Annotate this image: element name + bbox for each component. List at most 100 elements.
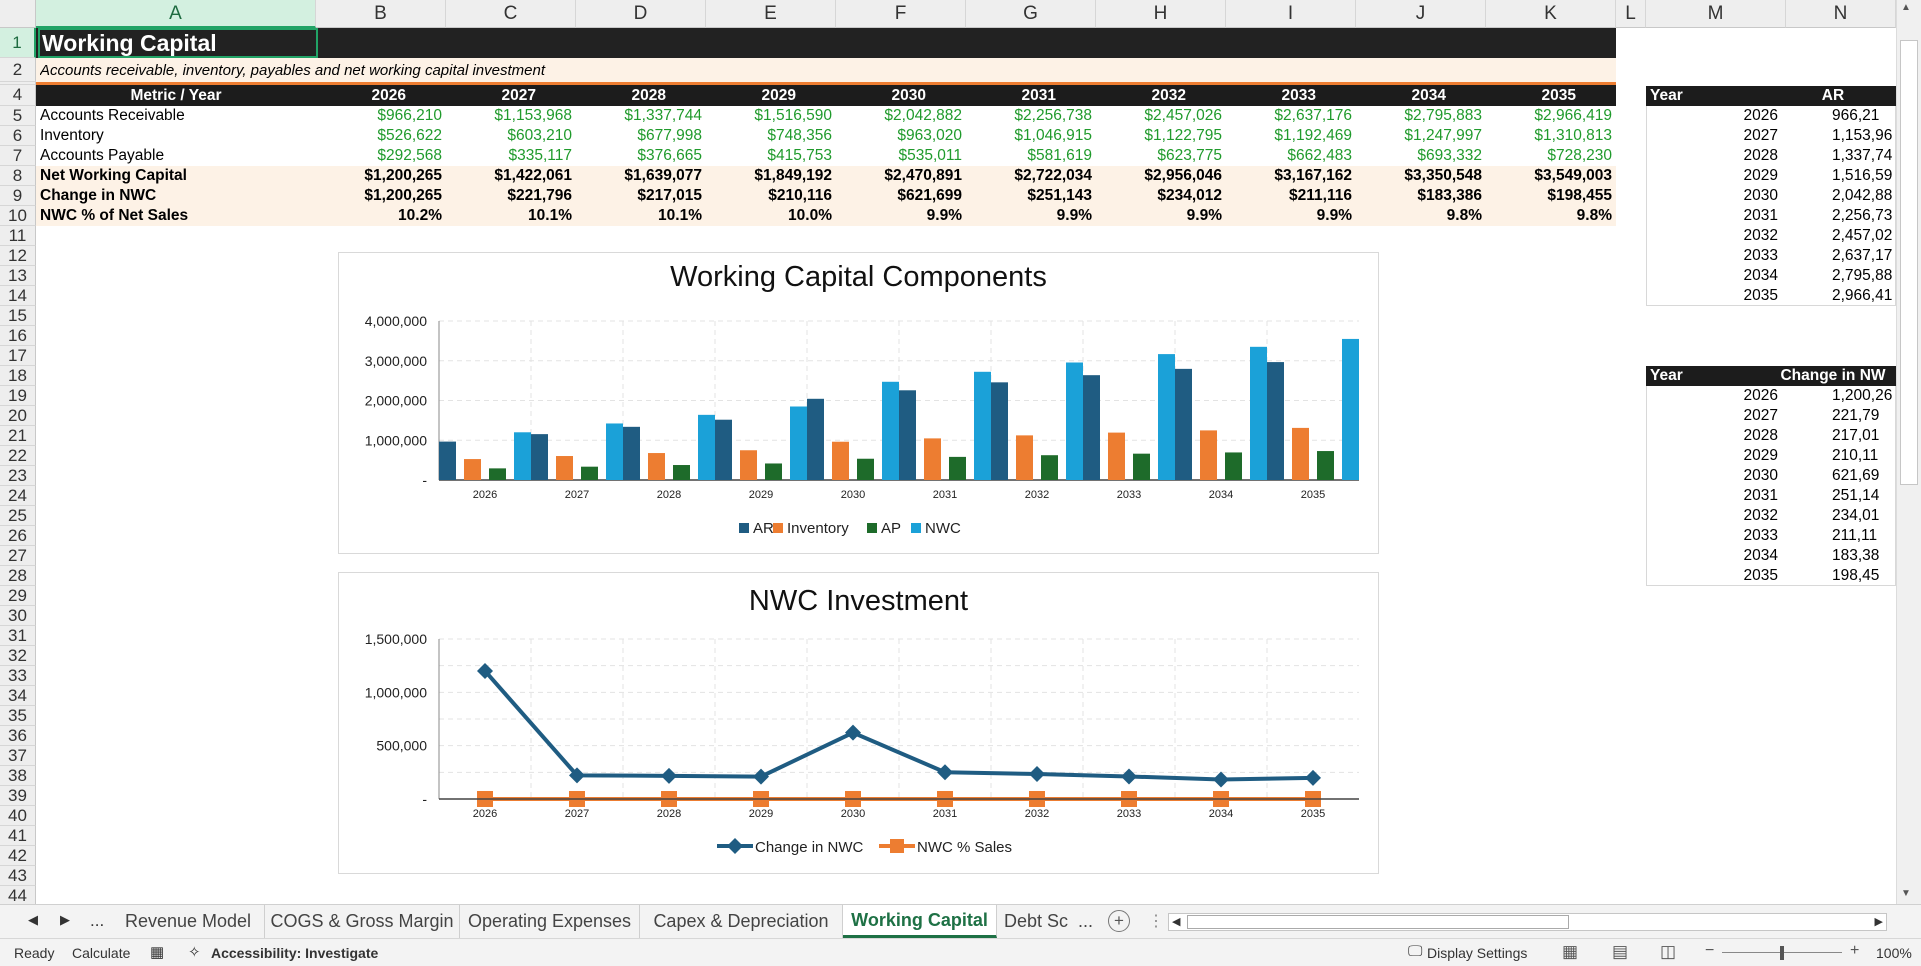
table-header-metric[interactable]: Metric / Year	[36, 85, 316, 106]
row-header-4[interactable]: 4	[0, 85, 36, 106]
table-cell[interactable]: $1,639,077	[576, 166, 706, 186]
row-header-20[interactable]: 20	[0, 406, 36, 426]
select-all-corner[interactable]	[0, 0, 36, 28]
column-header-b[interactable]: B	[316, 0, 446, 28]
row-header-13[interactable]: 13	[0, 266, 36, 286]
row-header-29[interactable]: 29	[0, 586, 36, 606]
table-header-year[interactable]: 2027	[446, 85, 576, 106]
table-cell[interactable]: $662,483	[1226, 146, 1356, 166]
zoom-out-icon[interactable]: −	[1705, 942, 1714, 960]
side-table-year[interactable]: 2035	[1646, 286, 1786, 306]
row-header-5[interactable]: 5	[0, 106, 36, 126]
column-header-k[interactable]: K	[1486, 0, 1616, 28]
table-cell[interactable]: $526,622	[316, 126, 446, 146]
table-cell[interactable]: $535,011	[836, 146, 966, 166]
row-header-41[interactable]: 41	[0, 826, 36, 846]
scroll-thumb[interactable]	[1900, 40, 1918, 485]
column-header-c[interactable]: C	[446, 0, 576, 28]
table-cell[interactable]: $210,116	[706, 186, 836, 206]
side-table-value[interactable]: 183,38	[1832, 546, 1896, 566]
table-cell[interactable]: $3,549,003	[1486, 166, 1616, 186]
scroll-up-icon[interactable]: ▲	[1901, 2, 1911, 13]
row-header-21[interactable]: 21	[0, 426, 36, 446]
side-table-year[interactable]: 2029	[1646, 166, 1786, 186]
hscroll-thumb[interactable]	[1187, 915, 1569, 929]
row-header-34[interactable]: 34	[0, 686, 36, 706]
side-table-value[interactable]: 1,153,96	[1832, 126, 1896, 146]
table-cell[interactable]: $728,230	[1486, 146, 1616, 166]
side-table-value[interactable]: 1,337,74	[1832, 146, 1896, 166]
table-cell[interactable]: $966,210	[316, 106, 446, 126]
row-header-42[interactable]: 42	[0, 846, 36, 866]
table-cell[interactable]: $963,020	[836, 126, 966, 146]
table-cell[interactable]: $2,457,026	[1096, 106, 1226, 126]
tab-more-right[interactable]: ...	[1078, 911, 1093, 932]
side-table-value[interactable]: 251,14	[1832, 486, 1896, 506]
table-cell[interactable]: $621,699	[836, 186, 966, 206]
row-header-39[interactable]: 39	[0, 786, 36, 806]
row-label[interactable]: Inventory	[40, 126, 316, 146]
side-table-year[interactable]: 2026	[1646, 386, 1786, 406]
page-layout-icon[interactable]: ▤	[1612, 942, 1628, 962]
side-table-value[interactable]: 198,45	[1832, 566, 1896, 586]
row-header-33[interactable]: 33	[0, 666, 36, 686]
side-table-year[interactable]: 2034	[1646, 546, 1786, 566]
side-table-year[interactable]: 2028	[1646, 426, 1786, 446]
table-cell[interactable]: $1,200,265	[316, 166, 446, 186]
row-header-2[interactable]: 2	[0, 58, 36, 82]
side-table-year[interactable]: 2031	[1646, 486, 1786, 506]
column-header-g[interactable]: G	[966, 0, 1096, 28]
side-table-header-year[interactable]: Year	[1650, 86, 1750, 106]
column-header-i[interactable]: I	[1226, 0, 1356, 28]
row-label[interactable]: NWC % of Net Sales	[40, 206, 316, 226]
row-header-44[interactable]: 44	[0, 886, 36, 906]
table-cell[interactable]: $1,422,061	[446, 166, 576, 186]
table-cell[interactable]: $2,795,883	[1356, 106, 1486, 126]
table-cell[interactable]: 9.9%	[1226, 206, 1356, 226]
horizontal-scrollbar[interactable]: ◀ ▶	[1168, 913, 1887, 931]
row-header-10[interactable]: 10	[0, 206, 36, 226]
column-header-j[interactable]: J	[1356, 0, 1486, 28]
column-header-n[interactable]: N	[1786, 0, 1896, 28]
row-header-40[interactable]: 40	[0, 806, 36, 826]
side-table-value[interactable]: 1,200,26	[1832, 386, 1896, 406]
side-table-value[interactable]: 2,256,73	[1832, 206, 1896, 226]
side-table-value[interactable]: 221,79	[1832, 406, 1896, 426]
row-header-16[interactable]: 16	[0, 326, 36, 346]
workbook-stats-icon[interactable]: ▦	[150, 943, 164, 961]
table-cell[interactable]: $335,117	[446, 146, 576, 166]
tab-scroll-left-icon[interactable]: ◀	[28, 912, 38, 928]
tab-scroll-right-icon[interactable]: ▶	[60, 912, 70, 928]
table-cell[interactable]: $1,310,813	[1486, 126, 1616, 146]
table-cell[interactable]: $1,849,192	[706, 166, 836, 186]
row-header-43[interactable]: 43	[0, 866, 36, 886]
column-header-e[interactable]: E	[706, 0, 836, 28]
side-table-year[interactable]: 2027	[1646, 126, 1786, 146]
column-header-d[interactable]: D	[576, 0, 706, 28]
column-header-h[interactable]: H	[1096, 0, 1226, 28]
table-header-year[interactable]: 2032	[1096, 85, 1226, 106]
table-header-year[interactable]: 2034	[1356, 85, 1486, 106]
side-table-year[interactable]: 2033	[1646, 246, 1786, 266]
row-header-18[interactable]: 18	[0, 366, 36, 386]
scroll-down-icon[interactable]: ▼	[1901, 888, 1911, 899]
table-cell[interactable]: $1,247,997	[1356, 126, 1486, 146]
table-cell[interactable]: $1,200,265	[316, 186, 446, 206]
table-cell[interactable]: $623,775	[1096, 146, 1226, 166]
row-header-37[interactable]: 37	[0, 746, 36, 766]
table-cell[interactable]: $217,015	[576, 186, 706, 206]
zoom-in-icon[interactable]: +	[1850, 942, 1859, 960]
table-cell[interactable]: $603,210	[446, 126, 576, 146]
side-table-year[interactable]: 2031	[1646, 206, 1786, 226]
row-label[interactable]: Change in NWC	[40, 186, 316, 206]
table-cell[interactable]: 10.0%	[706, 206, 836, 226]
column-header-l[interactable]: L	[1616, 0, 1646, 28]
side-table-year[interactable]: 2028	[1646, 146, 1786, 166]
side-table-year[interactable]: 2030	[1646, 466, 1786, 486]
row-header-8[interactable]: 8	[0, 166, 36, 186]
table-cell[interactable]: $1,153,968	[446, 106, 576, 126]
side-table-header-value[interactable]: AR	[1770, 86, 1896, 106]
row-header-35[interactable]: 35	[0, 706, 36, 726]
row-label[interactable]: Accounts Receivable	[40, 106, 316, 126]
row-header-17[interactable]: 17	[0, 346, 36, 366]
